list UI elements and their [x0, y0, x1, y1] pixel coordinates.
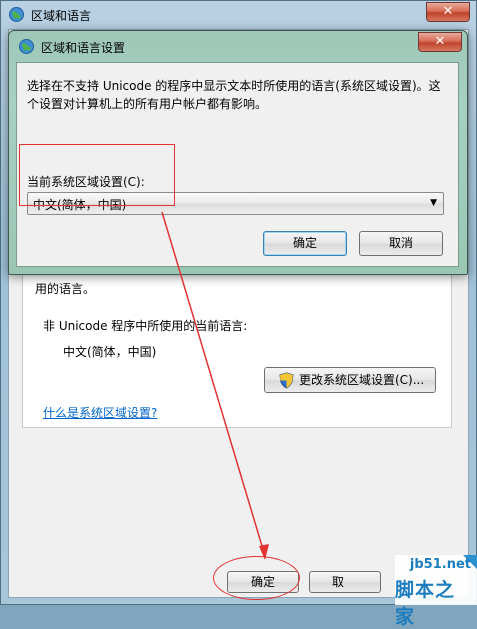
- outer-cancel-button[interactable]: 取: [309, 571, 381, 593]
- dialog-title: 区域和语言设置: [41, 41, 126, 55]
- watermark-name: 脚本之家: [395, 579, 456, 628]
- what-is-system-locale-link[interactable]: 什么是系统区域设置?: [43, 404, 157, 421]
- globe-icon: [9, 7, 24, 22]
- chevron-down-icon: ▼: [430, 198, 437, 208]
- site-watermark: jb51.net 脚本之家: [395, 555, 477, 628]
- non-unicode-label: 非 Unicode 程序中所使用的当前语言:: [43, 319, 248, 333]
- outer-titlebar[interactable]: 区域和语言 ✕: [1, 1, 476, 29]
- annotation-highlight-ellipse: [213, 556, 300, 600]
- dialog-ok-button[interactable]: 确定: [263, 231, 347, 256]
- shield-icon: [279, 372, 294, 389]
- annotation-highlight-box: [19, 144, 175, 206]
- outer-window-title: 区域和语言: [31, 9, 92, 23]
- change-system-locale-label: 更改系统区域设置(C)...: [299, 373, 425, 387]
- dialog-description: 选择在不支持 Unicode 的程序中显示文本时所使用的语言(系统区域设置)。这…: [27, 79, 441, 111]
- outer-close-button[interactable]: ✕: [426, 2, 470, 22]
- panel-text-line: 用的语言。: [35, 282, 96, 296]
- current-language-value: 中文(简体，中国): [63, 345, 157, 359]
- globe-icon: [19, 39, 34, 54]
- change-system-locale-button[interactable]: 更改系统区域设置(C)...: [264, 367, 436, 393]
- dialog-close-button[interactable]: ✕: [418, 32, 462, 52]
- dialog-cancel-button[interactable]: 取消: [359, 231, 443, 256]
- watermark-domain: jb51.net: [409, 557, 471, 572]
